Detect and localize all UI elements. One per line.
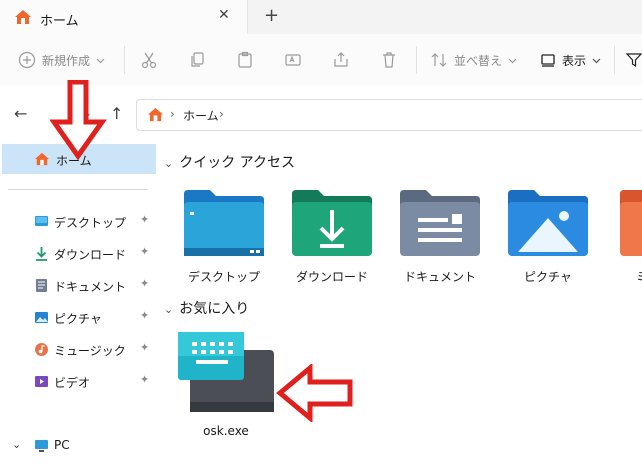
chevron-down-icon xyxy=(96,58,105,63)
file-osk-exe[interactable]: osk.exe xyxy=(176,330,276,438)
sidebar-item-label: ピクチャ xyxy=(54,312,102,326)
folder-label: ピクチャ xyxy=(524,270,572,284)
sidebar-item-videos[interactable]: ビデオ ✦ xyxy=(0,369,158,395)
copy-icon xyxy=(191,52,204,67)
sidebar-item-label: ビデオ xyxy=(54,376,91,390)
address-bar[interactable]: › ホーム › xyxy=(136,99,642,131)
keyboard-app-icon xyxy=(178,332,274,412)
desktop-folder-icon xyxy=(184,190,264,256)
home-icon xyxy=(15,10,31,24)
folder-label: ダウンロード xyxy=(295,270,368,284)
sort-icon xyxy=(431,53,447,67)
folder-downloads[interactable]: ダウンロード xyxy=(284,186,380,285)
chevron-down-icon[interactable]: ⌄ xyxy=(12,438,21,451)
filter-button[interactable] xyxy=(626,48,642,72)
section-title: クイック アクセス xyxy=(179,155,295,171)
download-folder-icon xyxy=(292,190,372,256)
view-button-label: 表示 xyxy=(562,53,587,68)
tab-title: ホーム xyxy=(40,14,79,29)
share-button[interactable] xyxy=(332,48,350,72)
sidebar-item-label: ミュージック xyxy=(54,344,126,358)
folder-desktop[interactable]: デスクトップ xyxy=(176,186,272,285)
pin-icon[interactable]: ✦ xyxy=(140,373,149,386)
tab-strip: ホーム ✕ + xyxy=(0,0,642,34)
breadcrumb-separator[interactable]: › xyxy=(219,107,224,121)
folder-documents[interactable]: ドキュメント xyxy=(392,186,488,285)
sidebar-item-downloads[interactable]: ダウンロード ✦ xyxy=(0,241,158,267)
home-icon xyxy=(35,152,49,166)
sidebar-item-documents[interactable]: ドキュメント ✦ xyxy=(0,273,158,299)
new-tab-button[interactable]: + xyxy=(264,5,279,26)
new-button[interactable]: 新規作成 xyxy=(18,48,105,72)
annotation-arrow-down xyxy=(50,80,107,160)
document-icon xyxy=(36,279,47,292)
sidebar-item-pc[interactable]: ⌄ PC xyxy=(0,433,158,459)
download-icon xyxy=(36,247,47,261)
folder-label: ドキュメント xyxy=(403,270,476,284)
rename-icon xyxy=(285,54,301,66)
up-button[interactable]: ↑ xyxy=(110,104,123,123)
sidebar-item-music[interactable]: ミュージック ✦ xyxy=(0,337,158,363)
chevron-down-icon: ⌄ xyxy=(164,157,174,170)
sidebar-item-label: ドキュメント xyxy=(54,280,127,294)
view-button[interactable]: 表示 xyxy=(540,48,601,72)
section-title: お気に入り xyxy=(179,301,250,317)
delete-button[interactable] xyxy=(380,48,398,72)
pin-icon[interactable]: ✦ xyxy=(140,245,149,258)
folder-label: ミ xyxy=(608,268,642,285)
sidebar-item-desktop[interactable]: デスクトップ ✦ xyxy=(0,209,158,235)
folder-label: デスクトップ xyxy=(187,270,260,284)
sidebar-item-label: PC xyxy=(54,438,70,452)
folder-pictures[interactable]: ピクチャ xyxy=(500,186,596,285)
content-pane: ⌄ クイック アクセス デスクトップ ダウンロード ドキュメント ピクチャ ⌄ … xyxy=(158,142,642,464)
music-icon xyxy=(35,343,48,356)
plus-circle-icon xyxy=(18,51,36,69)
copy-button[interactable] xyxy=(188,48,206,72)
new-button-label: 新規作成 xyxy=(42,53,91,68)
sort-button[interactable]: 並べ替え xyxy=(430,48,517,72)
view-icon xyxy=(541,54,555,67)
pc-icon xyxy=(35,440,48,452)
navigation-pane: ホーム デスクトップ ✦ ダウンロード ✦ ドキュメント ✦ ピクチャ ✦ ミュ… xyxy=(0,80,158,464)
pin-icon[interactable]: ✦ xyxy=(140,341,149,354)
chevron-down-icon xyxy=(508,58,517,63)
tab-close-button[interactable]: ✕ xyxy=(218,7,230,23)
chevron-down-icon xyxy=(592,58,601,63)
document-folder-icon xyxy=(400,190,480,256)
music-folder-icon xyxy=(620,190,642,256)
favorites-header[interactable]: ⌄ お気に入り xyxy=(164,298,249,318)
divider xyxy=(8,189,148,190)
home-icon xyxy=(148,107,163,122)
filter-icon xyxy=(626,53,642,68)
folder-music[interactable]: ミ xyxy=(608,186,642,285)
video-icon xyxy=(35,376,48,387)
file-label: osk.exe xyxy=(203,424,249,438)
breadcrumb-home[interactable]: ホーム xyxy=(183,107,219,124)
scissors-icon xyxy=(141,52,157,69)
pin-icon[interactable]: ✦ xyxy=(140,277,149,290)
paste-button[interactable] xyxy=(236,48,254,72)
sidebar-item-label: ダウンロード xyxy=(54,248,127,262)
sort-button-label: 並べ替え xyxy=(454,53,503,68)
back-button[interactable]: ← xyxy=(14,104,27,123)
cut-button[interactable] xyxy=(140,48,158,72)
tab-home[interactable]: ホーム ✕ xyxy=(0,0,248,34)
sidebar-item-label: デスクトップ xyxy=(54,216,127,230)
pin-icon[interactable]: ✦ xyxy=(140,309,149,322)
trash-icon xyxy=(383,52,395,68)
picture-icon xyxy=(35,312,48,323)
rename-button[interactable] xyxy=(284,48,302,72)
sidebar-item-pictures[interactable]: ピクチャ ✦ xyxy=(0,305,158,331)
picture-folder-icon xyxy=(508,190,588,256)
clipboard-icon xyxy=(238,51,252,68)
chevron-down-icon: ⌄ xyxy=(164,303,174,316)
annotation-arrow-left xyxy=(276,364,353,422)
quick-access-header[interactable]: ⌄ クイック アクセス xyxy=(164,152,295,172)
pin-icon[interactable]: ✦ xyxy=(140,213,149,226)
breadcrumb-separator: › xyxy=(170,107,175,121)
share-icon xyxy=(334,52,348,67)
desktop-icon xyxy=(35,216,48,226)
